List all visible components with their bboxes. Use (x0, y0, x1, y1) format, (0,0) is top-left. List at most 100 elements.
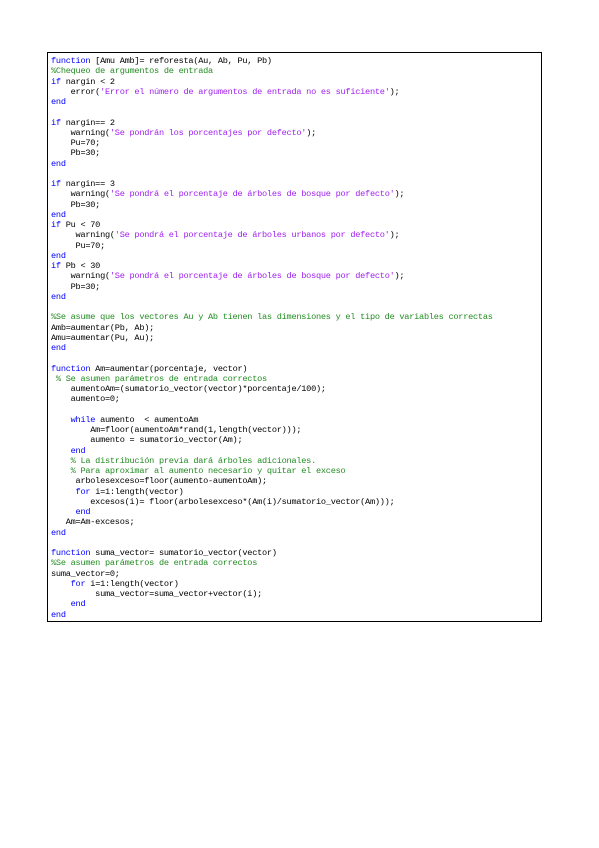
code-text: Amb=aumentar(Pb, Ab); (51, 322, 155, 333)
code-text: nargin== 3 (60, 179, 115, 189)
code-line: %Se asumen parámetros de entrada correct… (51, 558, 539, 568)
code-listing: function [Amu Amb]= reforesta(Au, Ab, Pu… (51, 56, 539, 620)
string-literal: 'Se pondrán los porcentajes por defecto' (109, 127, 307, 138)
code-text: Pb=30; (51, 199, 101, 210)
code-line: % La distribución previa dará árboles ad… (51, 456, 539, 466)
code-text: Pb < 30 (60, 261, 101, 271)
code-text: ); (306, 127, 317, 138)
code-text: i=1:length(vector) (90, 486, 184, 497)
code-line: for i=1:length(vector) (51, 579, 539, 589)
keyword: if (51, 261, 61, 271)
code-line: aumento=0; (51, 394, 539, 404)
code-text: Pu=70; (51, 240, 106, 251)
comment: % Se asumen parámetros de entrada correc… (51, 373, 267, 384)
keyword: end (70, 445, 86, 456)
code-text: warning( (51, 127, 111, 138)
code-text: warning( (51, 271, 111, 282)
code-line: end (51, 343, 539, 353)
code-line: function Am=aumentar(porcentaje, vector) (51, 364, 539, 374)
code-line: Pu=70; (51, 138, 539, 148)
code-line: Pb=30; (51, 148, 539, 158)
keyword: if (51, 117, 61, 128)
code-line: if Pb < 30 (51, 261, 539, 271)
code-line: Pu=70; (51, 241, 539, 251)
keyword: end (51, 209, 66, 220)
keyword: for (70, 578, 86, 589)
code-line: Am=Am-excesos; (51, 517, 539, 527)
keyword: function (51, 548, 91, 558)
code-line: Amb=aumentar(Pb, Ab); (51, 323, 539, 333)
keyword: while (70, 414, 96, 425)
comment: %Se asumen parámetros de entrada correct… (51, 558, 258, 569)
code-line: end (51, 292, 539, 302)
code-text: Amu=aumentar(Pu, Au); (51, 332, 155, 343)
code-text: nargin== 2 (60, 117, 115, 128)
code-line: Amu=aumentar(Pu, Au); (51, 333, 539, 343)
code-line: warning('Se pondrá el porcentaje de árbo… (51, 230, 539, 240)
code-text: warning( (51, 230, 116, 241)
code-line: function [Amu Amb]= reforesta(Au, Ab, Pu… (51, 56, 539, 66)
code-text: Pb=30; (51, 281, 101, 292)
code-text: suma_vector= sumatorio_vector(vector) (90, 548, 277, 558)
code-text: ); (389, 230, 400, 241)
keyword: if (51, 220, 61, 230)
code-line: if nargin== 3 (51, 179, 539, 189)
code-line: end (51, 446, 539, 456)
code-line: % Se asumen parámetros de entrada correc… (51, 374, 539, 384)
code-line: warning('Se pondrá el porcentaje de árbo… (51, 271, 539, 281)
code-text: error( (51, 86, 101, 97)
comment: %Chequeo de argumentos de entrada (51, 66, 213, 77)
code-line: warning('Se pondrán los porcentajes por … (51, 128, 539, 138)
comment: % La distribución previa dará árboles ad… (70, 455, 317, 466)
keyword: end (51, 97, 66, 107)
code-text: Pu=70; (51, 138, 101, 148)
code-text: aumento = sumatorio_vector(Am); (51, 435, 243, 446)
keyword: for (75, 486, 91, 497)
code-text: Am=Am-excesos; (51, 517, 135, 528)
code-text: [Amu Amb]= reforesta(Au, Ab, Pu, Pb) (90, 56, 272, 66)
code-line: %Se asume que los vectores Au y Ab tiene… (51, 312, 539, 322)
code-text: excesos(i)= floor(arbolesexceso*(Am(i)/s… (51, 496, 395, 507)
code-line: end (51, 599, 539, 609)
code-text: ); (389, 86, 400, 97)
code-line: suma_vector=suma_vector+vector(i); (51, 589, 539, 599)
keyword: end (75, 507, 91, 517)
code-line: aumentoAm=(sumatorio_vector(vector)*porc… (51, 384, 539, 394)
code-line: suma_vector=0; (51, 569, 539, 579)
keyword: end (51, 158, 66, 169)
code-line: excesos(i)= floor(arbolesexceso*(Am(i)/s… (51, 497, 539, 507)
comment: %Se asume que los vectores Au y Ab tiene… (51, 312, 493, 323)
keyword: if (51, 76, 61, 87)
code-line: Pb=30; (51, 282, 539, 292)
code-text: aumento < aumentoAm (95, 414, 199, 425)
code-text: nargin < 2 (60, 76, 115, 87)
code-line: warning('Se pondrá el porcentaje de árbo… (51, 189, 539, 199)
code-line: end (51, 210, 539, 220)
code-line: if nargin== 2 (51, 118, 539, 128)
code-line: end (51, 610, 539, 620)
keyword: end (51, 343, 66, 353)
keyword: end (51, 291, 66, 302)
code-line: arbolesexceso=floor(aumento-aumentoAm); (51, 476, 539, 486)
code-line: end (51, 251, 539, 261)
code-line: end (51, 159, 539, 169)
keyword: end (70, 599, 86, 610)
code-text: ); (394, 271, 405, 282)
code-line: %Chequeo de argumentos de entrada (51, 66, 539, 76)
string-literal: 'Error el número de argumentos de entrad… (100, 86, 390, 97)
code-line: error('Error el número de argumentos de … (51, 87, 539, 97)
code-text: suma_vector=0; (51, 568, 120, 579)
